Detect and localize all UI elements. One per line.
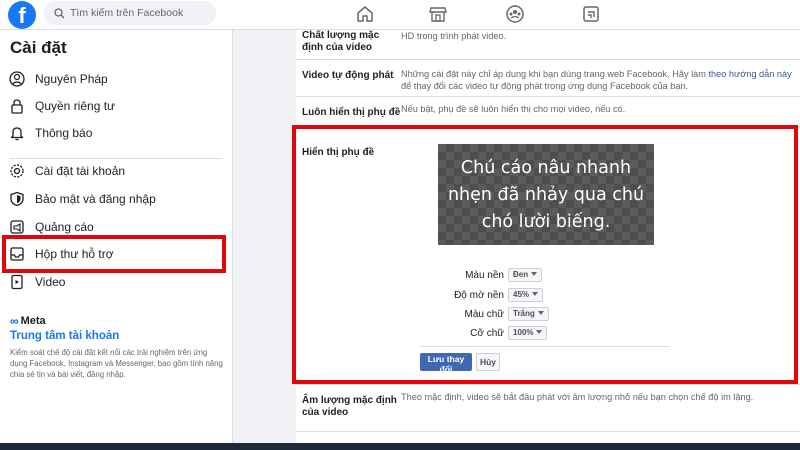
settings-row-default-volume[interactable]: Âm lượng mặc định của video Theo mặc địn… — [296, 384, 800, 432]
row-label: Luôn hiển thị phụ đề — [302, 107, 401, 118]
video-icon — [8, 273, 26, 291]
meta-label: Meta — [20, 315, 46, 327]
sidebar-item-notifications[interactable]: Thông báo — [8, 121, 222, 145]
account-center-link[interactable]: Trung tâm tài khoản — [10, 330, 119, 342]
search-box[interactable] — [44, 1, 216, 25]
taskbar — [0, 443, 800, 450]
sidebar-title: Cài đặt — [10, 38, 67, 57]
sidebar-item-privacy[interactable]: Quyền riêng tư — [8, 94, 222, 118]
row-value: Những cài đặt này chỉ áp dụng khi bạn dù… — [401, 68, 792, 92]
settings-row-default-quality[interactable]: Chất lượng mặc định của video HD trong t… — [296, 20, 800, 60]
row-text: Những cài đặt này chỉ áp dụng khi bạn dù… — [401, 69, 706, 79]
sidebar-item-label: Video — [35, 275, 66, 289]
sidebar-item-label: Thông báo — [35, 126, 93, 140]
lock-icon — [8, 97, 26, 115]
row-value: Nếu bật, phụ đề sẽ luôn hiển thị cho mọi… — [401, 104, 626, 114]
row-label: Âm lượng mặc định của video — [302, 395, 397, 418]
profile-icon — [8, 70, 26, 88]
sidebar-item-label: Bảo mật và đăng nhập — [35, 192, 156, 206]
row-text-2: để thay đổi các video tự động phát trong… — [401, 81, 689, 91]
meta-logo: ∞ Meta — [10, 314, 46, 328]
highlight-box-video — [2, 235, 226, 273]
settings-row-always-show-captions[interactable]: Luôn hiển thị phụ đề Nếu bật, phụ đề sẽ … — [296, 97, 800, 127]
sidebar-item-account-settings[interactable]: Cài đặt tài khoản — [8, 159, 222, 183]
row-value: HD trong trình phát video. — [401, 31, 507, 41]
megaphone-icon — [8, 218, 26, 236]
sidebar-item-label: Quyền riêng tư — [35, 99, 116, 113]
sidebar-item-video[interactable]: Video — [8, 270, 222, 294]
settings-row-autoplay[interactable]: Video tự động phát Những cài đặt này chỉ… — [296, 60, 800, 97]
meta-infinity-icon: ∞ — [10, 314, 19, 328]
search-input[interactable] — [70, 4, 210, 22]
facebook-logo[interactable]: f — [8, 1, 36, 29]
sidebar-item-security[interactable]: Bảo mật và đăng nhập — [8, 187, 222, 211]
search-icon — [54, 6, 65, 24]
row-label: Video tự động phát — [302, 70, 394, 81]
row-value: Theo mặc định, video sẽ bắt đầu phát với… — [401, 392, 754, 402]
sidebar-item-profile[interactable]: Nguyên Pháp — [8, 67, 222, 91]
gear-icon — [8, 162, 26, 180]
row-label: Chất lượng mặc định của video — [302, 30, 380, 53]
account-center-description: Kiểm soát chế độ cài đặt kết nối các trả… — [10, 348, 223, 379]
sidebar-item-label: Quảng cáo — [35, 220, 94, 234]
bell-icon — [8, 124, 26, 142]
sidebar-item-label: Nguyên Pháp — [35, 72, 108, 86]
highlight-box-captions — [292, 125, 798, 384]
shield-icon — [8, 190, 26, 208]
sidebar-item-label: Cài đặt tài khoản — [35, 164, 126, 178]
instructions-link[interactable]: theo hướng dẫn này — [709, 69, 792, 79]
